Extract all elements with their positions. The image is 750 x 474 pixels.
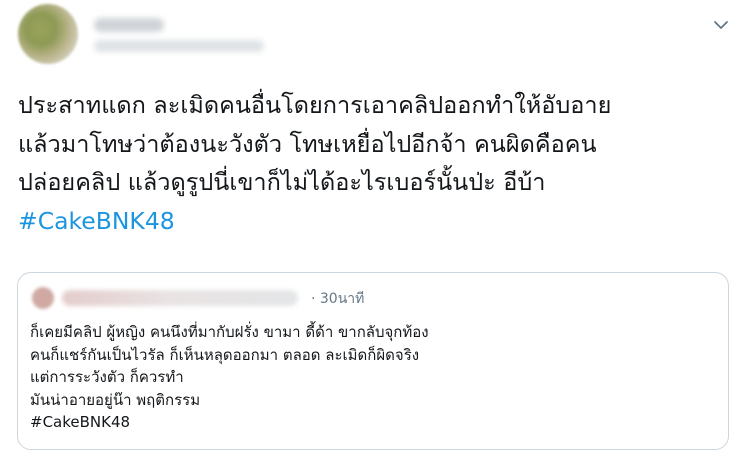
hashtag-link[interactable]: #CakeBNK48 — [18, 202, 733, 241]
author-info-blurred — [92, 14, 282, 56]
quoted-text-line: แต่การระวังตัว ก็ควรทำ — [30, 368, 184, 386]
quoted-text-line: ก็เคยมีคลิป ผู้หญิง คนนึงที่มากับฝรั่ง ข… — [30, 323, 429, 341]
author-avatar[interactable] — [18, 4, 78, 64]
quoted-tweet-time[interactable]: · 30นาที — [311, 288, 364, 310]
quoted-tweet-text: ก็เคยมีคลิป ผู้หญิง คนนึงที่มากับฝรั่ง ข… — [30, 321, 429, 434]
quoted-hashtag: #CakeBNK48 — [30, 413, 131, 431]
author-handle-blurred — [94, 40, 264, 52]
quoted-author-avatar[interactable] — [32, 287, 54, 309]
author-name-blurred — [94, 18, 164, 32]
chevron-down-icon — [714, 21, 728, 29]
quoted-text-line: คนก็แชร์กันเป็นไวรัล ก็เห็นหลุดออกมา ตลอ… — [30, 345, 420, 364]
tweet-card: ประสาทแดก ละเมิดคนอื่นโดยการเอาคลิปออกทำ… — [0, 0, 750, 474]
tweet-text-line: ประสาทแดก ละเมิดคนอื่นโดยการเอาคลิปออกทำ… — [18, 91, 612, 119]
quoted-tweet[interactable]: · 30นาที ก็เคยมีคลิป ผู้หญิง คนนึงที่มาก… — [17, 272, 729, 450]
quoted-author-name-blurred — [62, 290, 298, 306]
quoted-text-line: มันน่าอายอยู่น๊า พฤติกรรม — [30, 390, 201, 409]
tweet-more-button[interactable] — [708, 12, 734, 38]
tweet-text: ประสาทแดก ละเมิดคนอื่นโดยการเอาคลิปออกทำ… — [18, 86, 733, 240]
tweet-text-line: ปล่อยคลิป แล้วดูรูปนี่เขาก็ไม่ได้อะไรเบอ… — [18, 168, 546, 196]
tweet-text-line: แล้วมาโทษว่าต้องนะวังตัว โทษเหยื่อไปอีกจ… — [18, 129, 597, 158]
